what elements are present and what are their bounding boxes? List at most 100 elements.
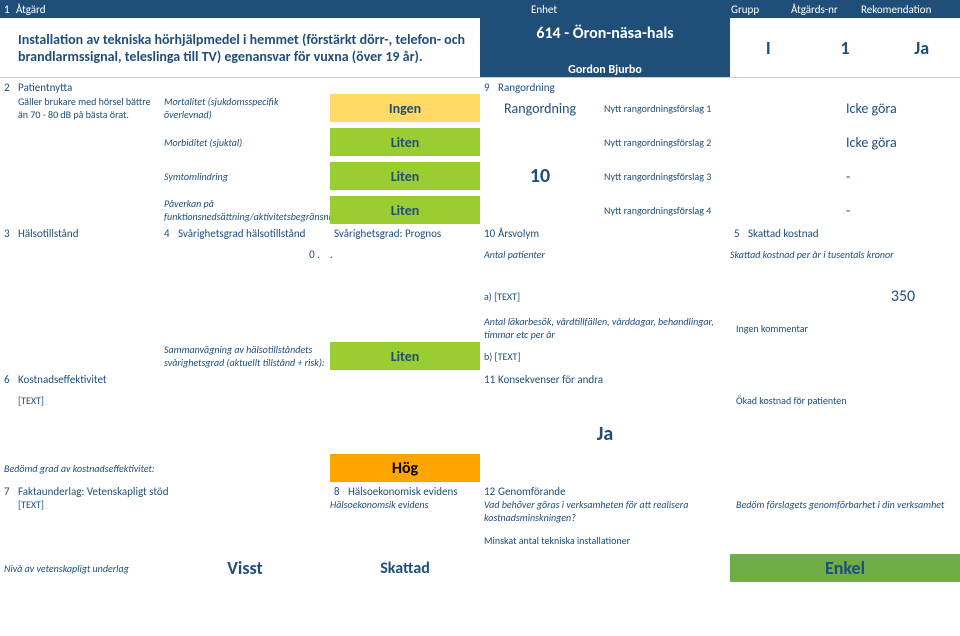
group-val: I <box>730 18 807 77</box>
section4b-label: Svårighetsgrad: Prognos <box>334 227 484 240</box>
bottom-v1-label: Nivå av vetenskapligt underlag <box>0 554 160 582</box>
bedomd-label: Bedömd grad av kostnadseffektivitet: <box>0 454 330 482</box>
section6-num: 6 <box>4 373 18 386</box>
m1-proposal-label: Nytt rangordningsförslag 1 <box>600 94 730 122</box>
m3-rank-value: 10 <box>480 162 600 190</box>
unit-person: Gordon Bjurbo <box>568 63 642 77</box>
section8-label: Hälsoekonomisk evidens <box>348 485 458 498</box>
b-label: b) [TEXT] <box>480 342 600 370</box>
row-label-6-11: 6 Kostnadseffektivitet 11 Konsekvenser f… <box>0 370 960 386</box>
row-6-sub: [TEXT] Ökad kostnad för patienten <box>0 386 960 414</box>
m2-proposal-label: Nytt rangordningsförslag 2 <box>600 128 730 156</box>
action-title: Installation av tekniska hörhjälpmedel i… <box>0 18 480 77</box>
title-right: I 1 Ja <box>730 18 960 77</box>
m3-label: Symtomlindring <box>160 162 330 190</box>
row-3-4-vals: 0 . . Antal patienter Skattad kostnad pe… <box>0 240 960 268</box>
section12-num: 12 <box>484 485 498 498</box>
header-unit: Enhet <box>531 3 731 16</box>
unit-block: 614 - Öron-näsa-hals Gordon Bjurbo <box>480 18 730 77</box>
sv-val: Liten <box>330 342 480 370</box>
m1-proposal-val: Icke göra <box>840 94 960 122</box>
section2-sub: Gäller brukare med hörsel bättre än 70 -… <box>0 94 160 122</box>
bottom-v1: Visst <box>160 554 330 582</box>
row-12-sub2: Minskat antal tekniska installationer <box>0 526 960 554</box>
section10-label: Årsvolym <box>498 227 539 240</box>
header-rec: Rekomendation <box>861 3 956 16</box>
header-num: 1 <box>4 3 14 16</box>
row-desc: Antal läkarbesök, vårdtillfällen, vårdda… <box>0 314 960 342</box>
m1-val: Ingen <box>330 94 480 122</box>
section12-sub2: Minskat antal tekniska installationer <box>480 526 730 554</box>
row-label-7-8-12: 7 Faktaunderlag: Vetenskapligt stöd 8 Hä… <box>0 482 960 498</box>
section12-sub: Vad behöver göras i verksamheten för att… <box>480 498 730 524</box>
section8-num: 8 <box>334 485 348 498</box>
section8-sub: Hälsoekonomsik evidens <box>330 498 480 511</box>
section7-sub: [TEXT] <box>0 498 330 511</box>
bottom-v3: Enkel <box>730 554 960 582</box>
section11-num: 11 <box>484 373 498 386</box>
b-right: Ingen kommentar <box>730 314 960 342</box>
section3-num: 3 <box>4 227 18 240</box>
section11-val: Ja <box>480 414 730 454</box>
m2-label: Morbiditet (sjuktal) <box>160 128 330 156</box>
m2-val: Liten <box>330 128 480 156</box>
section7-num: 7 <box>4 485 18 498</box>
header-action-nr: Åtgärds-nr <box>791 3 861 16</box>
title-row: Installation av tekniska hörhjälpmedel i… <box>0 18 960 78</box>
m4-proposal-label: Nytt rangordningsförslag 4 <box>600 196 730 224</box>
a-val: 350 <box>840 282 960 310</box>
m3-val: Liten <box>330 162 480 190</box>
section4-val: 0 . <box>160 240 330 268</box>
section9-num: 9 <box>484 81 498 94</box>
section2-num: 2 <box>4 81 18 94</box>
action-nr-val: 1 <box>807 18 884 77</box>
section2-label: Patientnytta <box>18 81 72 94</box>
m3-proposal-label: Nytt rangordningsförslag 3 <box>600 162 730 190</box>
row-ja: Ja <box>0 414 960 454</box>
row-label-3-4-10-5: 3 Hälsotillstånd 4 Svårighetsgrad hälsot… <box>0 224 960 240</box>
row-bottom: Nivå av vetenskapligt underlag Visst Ska… <box>0 554 960 582</box>
section3-label: Hälsotillstånd <box>18 227 78 240</box>
section10-num: 10 <box>484 227 498 240</box>
section11-right: Ökad kostnad för patienten <box>730 386 960 414</box>
b-mid-label: Antal läkarbesök, vårdtillfällen, vårdda… <box>480 314 730 342</box>
row-sammanvagning: Sammanvägning av hälsotillståndets svåri… <box>0 342 960 370</box>
row-bedomd: Bedömd grad av kostnadseffektivitet: Hög <box>0 454 960 482</box>
bottom-v2: Skattad <box>330 554 480 582</box>
row-a: a) [TEXT] 350 <box>0 282 960 310</box>
row-7-8-12-sub: [TEXT] Hälsoekonomsik evidens Vad behöve… <box>0 498 960 526</box>
bedomd-val: Hög <box>330 454 480 482</box>
section10-sub: Antal patienter <box>480 240 600 268</box>
m2-proposal-val: Icke göra <box>840 128 960 156</box>
m4-val: Liten <box>330 196 480 224</box>
header-group: Grupp <box>731 3 791 16</box>
section5-label: Skattad kostnad <box>748 227 819 240</box>
metric-row-function: Påverkan på funktionsnedsättning/aktivit… <box>0 196 960 224</box>
metric-row-morbidity: Morbiditet (sjuktal) Liten Nytt rangordn… <box>0 128 960 156</box>
section6-label: Kostnadseffektivitet <box>18 373 107 386</box>
sv-label: Sammanvägning av hälsotillståndets svåri… <box>160 342 330 370</box>
m3-proposal-val: - <box>840 162 960 190</box>
m4-label: Påverkan på funktionsnedsättning/aktivit… <box>160 196 330 224</box>
section4-label: Svårighetsgrad hälsotillstånd <box>178 227 305 240</box>
section5-sub: Skattad kostnad per år i tusentals krono… <box>730 240 960 268</box>
section11-label: Konsekvenser för andra <box>498 373 603 386</box>
section4-num: 4 <box>164 227 178 240</box>
header-action: Åtgärd <box>14 3 531 16</box>
section12-label: Genomförande <box>498 485 566 498</box>
metric-row-symptom: Symtomlindring Liten 10 Nytt rangordning… <box>0 162 960 190</box>
section6-sub: [TEXT] <box>0 386 480 414</box>
m1-rangordning: Rangordning <box>480 94 600 122</box>
m4-proposal-val: - <box>840 196 960 224</box>
section12-right: Bedöm förslagets genomförbarhet i din ve… <box>730 498 960 511</box>
section9-label: Rangordning <box>498 81 555 94</box>
rec-val: Ja <box>883 18 960 77</box>
a-label: a) [TEXT] <box>480 282 600 310</box>
section7-label: Faktaunderlag: Vetenskapligt stöd <box>18 485 169 498</box>
section4b-val: . <box>330 240 480 268</box>
unit-name: 614 - Öron-näsa-hals <box>536 24 673 43</box>
metric-row-mortality: Gäller brukare med hörsel bättre än 70 -… <box>0 94 960 122</box>
section5-num: 5 <box>734 227 748 240</box>
header-row: 1 Åtgärd Enhet Grupp Åtgärds-nr Rekomend… <box>0 0 960 18</box>
row-label-2-9: 2 Patientnytta 9 Rangordning <box>0 78 960 94</box>
